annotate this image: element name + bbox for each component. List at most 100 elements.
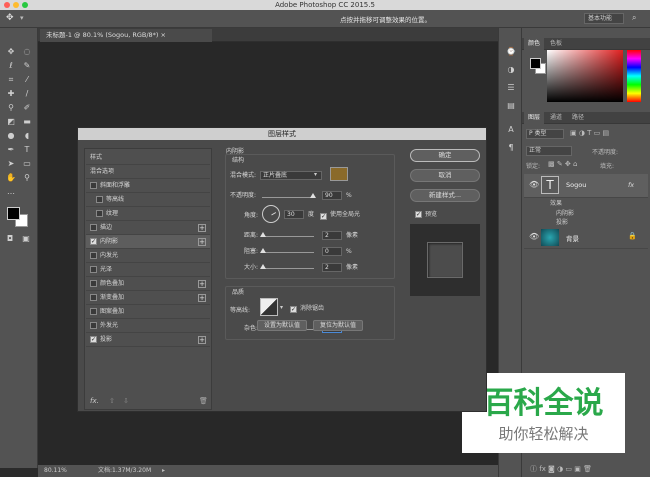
layer-row-sogou[interactable]: 👁 T Sogou fx [524,174,648,198]
fx-menu-icon[interactable]: fx. [90,397,99,405]
slider-knob[interactable] [260,248,266,253]
properties-panel-icon[interactable]: ☰ [505,82,517,94]
effect-inner-shadow[interactable]: 内阴影 [556,208,574,217]
crop-tool-icon[interactable]: ⌗ [5,74,17,86]
brush-tool-icon[interactable]: / [21,88,33,100]
status-menu-icon[interactable]: ▸ [162,465,165,477]
checkbox-checked[interactable]: ✓ [90,336,97,343]
adjustments-panel-icon[interactable]: ◑ [505,64,517,76]
new-style-button[interactable]: 新建样式... [410,189,480,202]
stamp-tool-icon[interactable]: ⚲ [5,102,17,114]
blend-mode-select[interactable]: 正片叠底 [260,171,322,180]
add-icon[interactable]: + [198,238,206,246]
add-icon[interactable]: + [198,294,206,302]
checkbox[interactable] [90,308,97,315]
style-item-pattern-overlay[interactable]: 图案叠加 [86,305,210,319]
dodge-tool-icon[interactable]: ◖ [21,130,33,142]
checkbox[interactable] [90,252,97,259]
chevron-down-icon[interactable]: ▾ [20,14,24,22]
checkbox[interactable] [90,280,97,287]
type-tool-icon[interactable]: T [21,144,33,156]
style-item-drop-shadow[interactable]: ✓ 投影 + [86,333,210,347]
pen-tool-icon[interactable]: ✒ [5,144,17,156]
style-item-color-overlay[interactable]: 颜色叠加 + [86,277,210,291]
color-spectrum[interactable] [547,50,623,102]
zoom-window-icon[interactable] [22,2,28,8]
style-item-texture[interactable]: 纹理 [86,207,210,221]
move-down-icon[interactable]: ⇩ [123,397,129,405]
set-default-button[interactable]: 设置为默认值 [257,320,307,331]
opacity-slider[interactable] [262,197,314,198]
shadow-color-swatch[interactable] [330,167,348,181]
style-item-bevel[interactable]: 斜面和浮雕 [86,179,210,193]
foreground-color[interactable] [7,207,20,220]
move-tool-icon[interactable]: ✥ [6,13,14,23]
add-icon[interactable]: + [198,280,206,288]
libraries-panel-icon[interactable]: ▤ [505,100,517,112]
layer-row-background[interactable]: 👁 背景 🔒 [524,227,648,249]
preview-checkbox[interactable]: ✓ [415,211,422,218]
layer-name[interactable]: 背景 [566,233,579,243]
eye-icon[interactable]: 👁 [529,232,539,241]
opacity-field[interactable]: 90 [322,191,342,200]
layer-bottom-icons[interactable]: ⓛ fx ◙ ◑ ▭ ▣ 🗑 [530,464,592,474]
layer-blend-mode[interactable]: 正常 [526,146,572,156]
checkbox[interactable] [90,266,97,273]
slider-knob[interactable] [310,193,316,198]
gradient-tool-icon[interactable]: ▬ [21,116,33,128]
style-item-inner-shadow[interactable]: ✓ 内阴影 + [86,235,210,249]
checkbox[interactable] [90,182,97,189]
reset-default-button[interactable]: 复位为默认值 [313,320,363,331]
style-item-blending[interactable]: 混合选项 [86,165,210,179]
filter-icons[interactable]: ▣ ◑ T ▭ ▤ [570,129,609,137]
history-panel-icon[interactable]: ⌚ [505,46,517,58]
more-tools-icon[interactable]: … [5,186,17,198]
cancel-button[interactable]: 取消 [410,169,480,182]
hand-tool-icon[interactable]: ✋ [5,172,17,184]
size-field[interactable]: 2 [322,263,342,272]
blur-tool-icon[interactable]: ● [5,130,17,142]
style-item-outer-glow[interactable]: 外发光 [86,319,210,333]
marquee-tool-icon[interactable]: ◌ [21,46,33,58]
chevron-down-icon[interactable]: ▾ [280,304,283,311]
choke-slider[interactable] [262,252,314,253]
move-tool-icon[interactable]: ✥ [5,46,17,58]
effect-drop-shadow[interactable]: 投影 [556,217,568,226]
global-light-checkbox[interactable]: ✓ [320,213,327,220]
lock-icons[interactable]: ▩ ✎ ✥ ⌂ [548,160,577,168]
size-slider[interactable] [262,268,314,269]
style-item-inner-glow[interactable]: 内发光 [86,249,210,263]
style-item-gradient-overlay[interactable]: 渐变叠加 + [86,291,210,305]
style-item-stroke[interactable]: 描边 + [86,221,210,235]
trash-icon[interactable]: 🗑 [199,397,208,405]
slider-knob[interactable] [260,264,266,269]
shape-tool-icon[interactable]: ▭ [21,158,33,170]
move-up-icon[interactable]: ⇧ [109,397,115,405]
close-window-icon[interactable] [4,2,10,8]
eyedropper-icon[interactable]: ⁄ [21,74,33,86]
zoom-level[interactable]: 80.11% [44,465,67,477]
antialias-checkbox[interactable]: ✓ [290,306,297,313]
tab-swatches[interactable]: 色板 [546,38,566,50]
style-item-contour[interactable]: 等高线 [86,193,210,207]
color-panel-foreground[interactable] [530,58,541,69]
layer-name[interactable]: Sogou [566,181,586,189]
hue-slider[interactable] [627,50,641,102]
layer-filter-kind[interactable]: P 类型 [526,129,564,139]
checkbox-checked[interactable]: ✓ [90,238,97,245]
add-icon[interactable]: + [198,224,206,232]
angle-field[interactable]: 30 [284,210,304,219]
style-item-styles[interactable]: 样式 [86,151,210,165]
checkbox[interactable] [96,210,103,217]
contour-preview[interactable] [260,298,278,316]
eraser-tool-icon[interactable]: ◩ [5,116,17,128]
checkbox[interactable] [90,294,97,301]
add-icon[interactable]: + [198,336,206,344]
distance-slider[interactable] [262,236,314,237]
path-select-icon[interactable]: ➤ [5,158,17,170]
lasso-tool-icon[interactable]: ℓ [5,60,17,72]
tab-channels[interactable]: 通道 [546,112,566,124]
quick-select-icon[interactable]: ✎ [21,60,33,72]
minimize-window-icon[interactable] [13,2,19,8]
distance-field[interactable]: 2 [322,231,342,240]
